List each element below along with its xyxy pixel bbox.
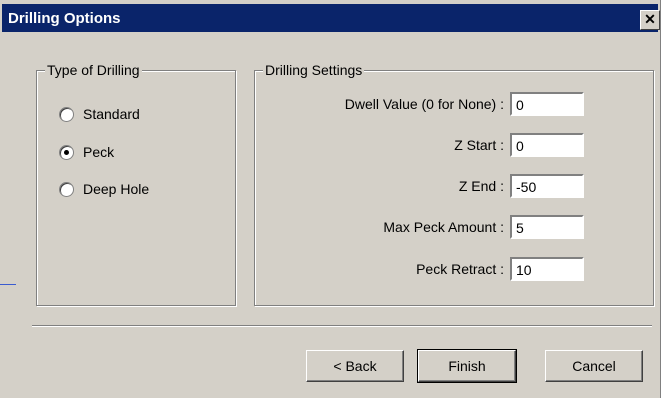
radio-standard[interactable]: Standard bbox=[59, 106, 140, 122]
z-start-input[interactable] bbox=[510, 133, 584, 157]
dwell-value-label: Dwell Value (0 for None) : bbox=[344, 96, 504, 112]
radio-label: Peck bbox=[83, 144, 115, 160]
radio-label: Deep Hole bbox=[83, 181, 150, 197]
radio-deep-hole[interactable]: Deep Hole bbox=[59, 181, 149, 197]
radio-peck[interactable]: Peck bbox=[59, 144, 114, 160]
peck-retract-input[interactable] bbox=[510, 257, 584, 281]
dwell-value-input[interactable] bbox=[510, 92, 584, 116]
background-line bbox=[0, 284, 16, 285]
max-peck-amount-label: Max Peck Amount : bbox=[383, 219, 504, 235]
z-end-label: Z End : bbox=[458, 178, 504, 194]
radio-circle-checked[interactable] bbox=[59, 144, 74, 160]
title-bar[interactable]: Drilling Options ✕ bbox=[2, 4, 660, 32]
separator bbox=[32, 325, 652, 327]
cancel-button[interactable]: Cancel bbox=[545, 350, 643, 382]
finish-button[interactable]: Finish bbox=[417, 349, 517, 383]
z-end-input[interactable] bbox=[510, 174, 584, 198]
window-title: Drilling Options bbox=[8, 10, 121, 27]
drilling-options-dialog: Drilling Options ✕ Type of Drilling Stan… bbox=[0, 0, 661, 398]
radio-circle[interactable] bbox=[59, 181, 74, 197]
radio-circle[interactable] bbox=[59, 106, 74, 122]
back-button[interactable]: < Back bbox=[306, 350, 404, 382]
radio-label: Standard bbox=[83, 106, 140, 122]
z-start-label: Z Start : bbox=[454, 137, 504, 153]
close-icon[interactable]: ✕ bbox=[640, 10, 660, 30]
group-label: Type of Drilling bbox=[45, 62, 142, 78]
type-of-drilling-group: Type of Drilling Standard Peck Deep Hole bbox=[36, 62, 236, 306]
group-label: Drilling Settings bbox=[263, 62, 365, 78]
max-peck-amount-input[interactable] bbox=[510, 215, 584, 239]
peck-retract-label: Peck Retract : bbox=[416, 261, 504, 277]
